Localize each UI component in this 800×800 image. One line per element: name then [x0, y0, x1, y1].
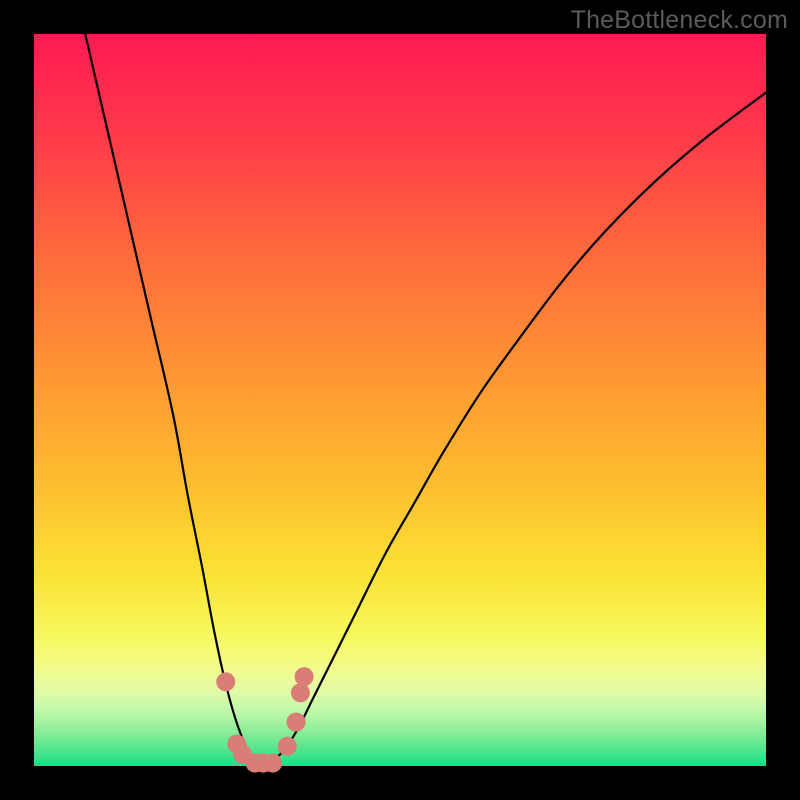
curve-marker — [287, 713, 306, 732]
plot-area — [34, 34, 766, 766]
bottleneck-curve — [85, 34, 766, 766]
bottleneck-curve-layer — [34, 34, 766, 766]
curve-marker — [216, 672, 235, 691]
curve-marker — [291, 683, 310, 702]
curve-marker — [295, 667, 314, 686]
chart-frame: TheBottleneck.com — [0, 0, 800, 800]
curve-marker — [263, 754, 282, 773]
watermark-label: TheBottleneck.com — [571, 6, 788, 35]
curve-markers — [216, 667, 313, 772]
curve-marker — [278, 737, 297, 756]
